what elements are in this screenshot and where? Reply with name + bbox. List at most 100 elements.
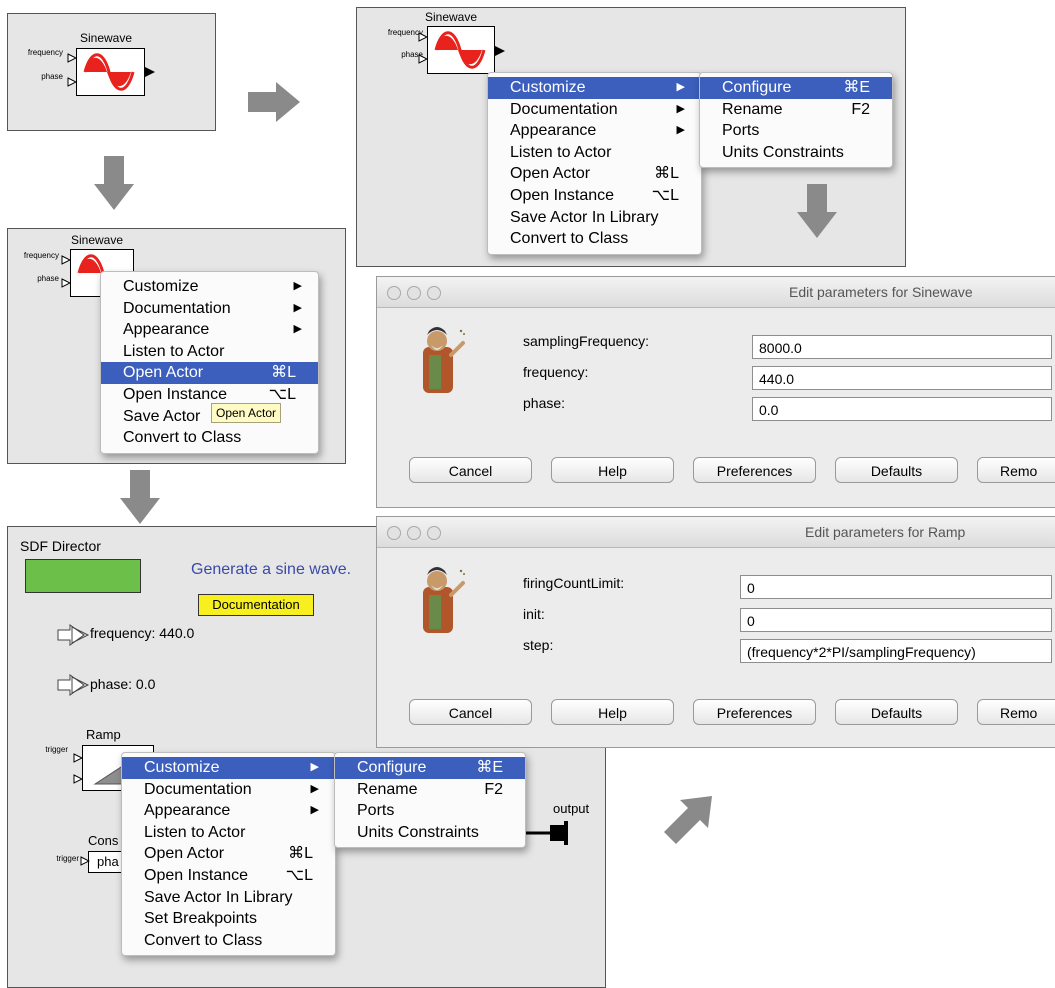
menu-item-label: Listen to Actor xyxy=(510,143,612,161)
close-window-button[interactable] xyxy=(387,526,401,540)
param-label-samplingfrequency: samplingFrequency: xyxy=(523,333,650,349)
menu-item-set-breakpoints[interactable]: Set Breakpoints xyxy=(122,908,335,930)
menu-item-rename[interactable]: Rename F2 xyxy=(335,779,525,801)
dialog-titlebar[interactable]: Edit parameters for Sinewave xyxy=(377,277,1055,308)
const-value: pha xyxy=(97,854,119,869)
menu-item-label: Save Actor In Library xyxy=(144,888,293,906)
menu-item-listen-to-actor[interactable]: Listen to Actor xyxy=(122,822,335,844)
help-button[interactable]: Help xyxy=(551,699,674,725)
menu-item-open-actor[interactable]: Open Actor ⌘L xyxy=(488,163,701,185)
input-port-icon[interactable] xyxy=(73,774,83,784)
output-label: output xyxy=(553,801,590,816)
documentation-button[interactable]: Documentation xyxy=(198,594,314,616)
menu-item-appearance[interactable]: Appearance ▶ xyxy=(101,319,318,341)
preferences-button[interactable]: Preferences xyxy=(693,699,816,725)
actor-title: Sinewave xyxy=(425,10,478,24)
remove-button[interactable]: Remo xyxy=(977,699,1055,725)
menu-item-label: Units Constraints xyxy=(357,823,479,841)
menu-item-label: Appearance xyxy=(144,802,231,820)
port-label-phase: phase xyxy=(37,274,59,283)
param-field-samplingfrequency[interactable]: 8000.0 xyxy=(752,335,1052,359)
param-field-frequency[interactable]: 440.0 xyxy=(752,366,1052,390)
menu-item-save-actor[interactable]: Save Actor In Library xyxy=(122,887,335,909)
menu-item-open-instance[interactable]: Open Instance ⌥L xyxy=(122,865,335,887)
input-port-icon[interactable] xyxy=(418,54,428,64)
menu-item-customize[interactable]: Customize ▶ xyxy=(488,77,701,99)
menu-item-configure[interactable]: Configure ⌘E xyxy=(335,757,525,779)
menu-item-documentation[interactable]: Documentation ▶ xyxy=(488,99,701,121)
flow-arrow-icon xyxy=(664,796,712,844)
shortcut-label: ⌥L xyxy=(651,186,679,204)
menu-item-documentation[interactable]: Documentation ▶ xyxy=(101,298,318,320)
defaults-button[interactable]: Defaults xyxy=(835,699,958,725)
shortcut-label: F2 xyxy=(484,780,503,798)
param-field-init[interactable]: 0 xyxy=(740,608,1052,632)
menu-item-appearance[interactable]: Appearance ▶ xyxy=(122,800,335,822)
menu-item-convert-to-class[interactable]: Convert to Class xyxy=(122,930,335,952)
menu-item-open-instance[interactable]: Open Instance ⌥L xyxy=(488,185,701,207)
menu-item-open-actor[interactable]: Open Actor ⌘L xyxy=(101,362,318,384)
zoom-window-button[interactable] xyxy=(427,286,441,300)
menu-item-listen-to-actor[interactable]: Listen to Actor xyxy=(101,341,318,363)
sinewave-actor[interactable] xyxy=(427,26,495,74)
dialog-titlebar[interactable]: Edit parameters for Ramp xyxy=(377,517,1055,548)
port-label-frequency: frequency xyxy=(23,251,59,260)
actor-title: Ramp xyxy=(86,727,121,742)
param-field-firingcountlimit[interactable]: 0 xyxy=(740,575,1052,599)
menu-item-save-actor[interactable]: Save Actor xyxy=(101,406,318,428)
menu-item-label: Appearance xyxy=(510,122,597,140)
menu-item-label: Open Actor xyxy=(510,165,591,183)
menu-item-units-constraints[interactable]: Units Constraints xyxy=(335,822,525,844)
help-button[interactable]: Help xyxy=(551,457,674,483)
param-field-phase[interactable]: 0.0 xyxy=(752,397,1052,421)
menu-item-label: Listen to Actor xyxy=(123,342,225,360)
menu-item-label: Open Actor xyxy=(123,364,204,382)
input-port-icon[interactable] xyxy=(67,53,77,63)
submenu-arrow-icon: ▶ xyxy=(310,782,319,795)
annotation-text: Generate a sine wave. xyxy=(191,561,352,578)
menu-item-customize[interactable]: Customize ▶ xyxy=(122,757,335,779)
menu-item-open-actor[interactable]: Open Actor ⌘L xyxy=(122,843,335,865)
sdf-director[interactable] xyxy=(25,559,141,593)
menu-item-convert-to-class[interactable]: Convert to Class xyxy=(488,228,701,250)
cancel-button[interactable]: Cancel xyxy=(409,457,532,483)
defaults-button[interactable]: Defaults xyxy=(835,457,958,483)
output-port-icon[interactable] xyxy=(494,45,506,57)
menu-item-appearance[interactable]: Appearance ▶ xyxy=(488,120,701,142)
input-port-icon[interactable] xyxy=(73,753,83,763)
menu-item-units-constraints[interactable]: Units Constraints xyxy=(700,142,892,164)
output-port-icon[interactable] xyxy=(144,66,156,78)
menu-item-label: Open Instance xyxy=(510,186,615,204)
menu-item-convert-to-class[interactable]: Convert to Class xyxy=(101,427,318,449)
input-port-icon[interactable] xyxy=(61,255,71,265)
sinewave-actor[interactable] xyxy=(76,48,145,96)
menu-item-open-instance[interactable]: Open Instance ⌥L xyxy=(101,384,318,406)
close-window-button[interactable] xyxy=(387,286,401,300)
menu-item-configure[interactable]: Configure ⌘E xyxy=(700,77,892,99)
menu-item-label: Rename xyxy=(722,100,783,118)
minimize-window-button[interactable] xyxy=(407,286,421,300)
param-label-frequency: frequency: xyxy=(523,364,589,380)
minimize-window-button[interactable] xyxy=(407,526,421,540)
parameter-frequency[interactable]: frequency: 440.0 xyxy=(90,625,194,641)
param-field-step[interactable]: (frequency*2*PI/samplingFrequency) xyxy=(740,639,1052,663)
context-menu: Customize ▶ Documentation ▶ Appearance ▶ Li… xyxy=(487,72,702,255)
menu-item-documentation[interactable]: Documentation ▶ xyxy=(122,779,335,801)
zoom-window-button[interactable] xyxy=(427,526,441,540)
cancel-button[interactable]: Cancel xyxy=(409,699,532,725)
preferences-button[interactable]: Preferences xyxy=(693,457,816,483)
input-port-icon[interactable] xyxy=(61,278,71,288)
parameter-phase[interactable]: phase: 0.0 xyxy=(90,676,155,692)
shortcut-label: ⌥L xyxy=(285,866,313,884)
input-port-icon[interactable] xyxy=(67,77,77,87)
menu-item-rename[interactable]: Rename F2 xyxy=(700,99,892,121)
panel-1-canvas: Sinewave frequency phase xyxy=(7,13,216,131)
menu-item-save-actor[interactable]: Save Actor In Library xyxy=(488,207,701,229)
menu-item-ports[interactable]: Ports xyxy=(335,800,525,822)
input-port-icon[interactable] xyxy=(418,32,428,42)
menu-item-customize[interactable]: Customize ▶ xyxy=(101,276,318,298)
input-port-icon[interactable] xyxy=(80,856,90,866)
menu-item-ports[interactable]: Ports xyxy=(700,120,892,142)
menu-item-listen-to-actor[interactable]: Listen to Actor xyxy=(488,142,701,164)
remove-button[interactable]: Remo xyxy=(977,457,1055,483)
